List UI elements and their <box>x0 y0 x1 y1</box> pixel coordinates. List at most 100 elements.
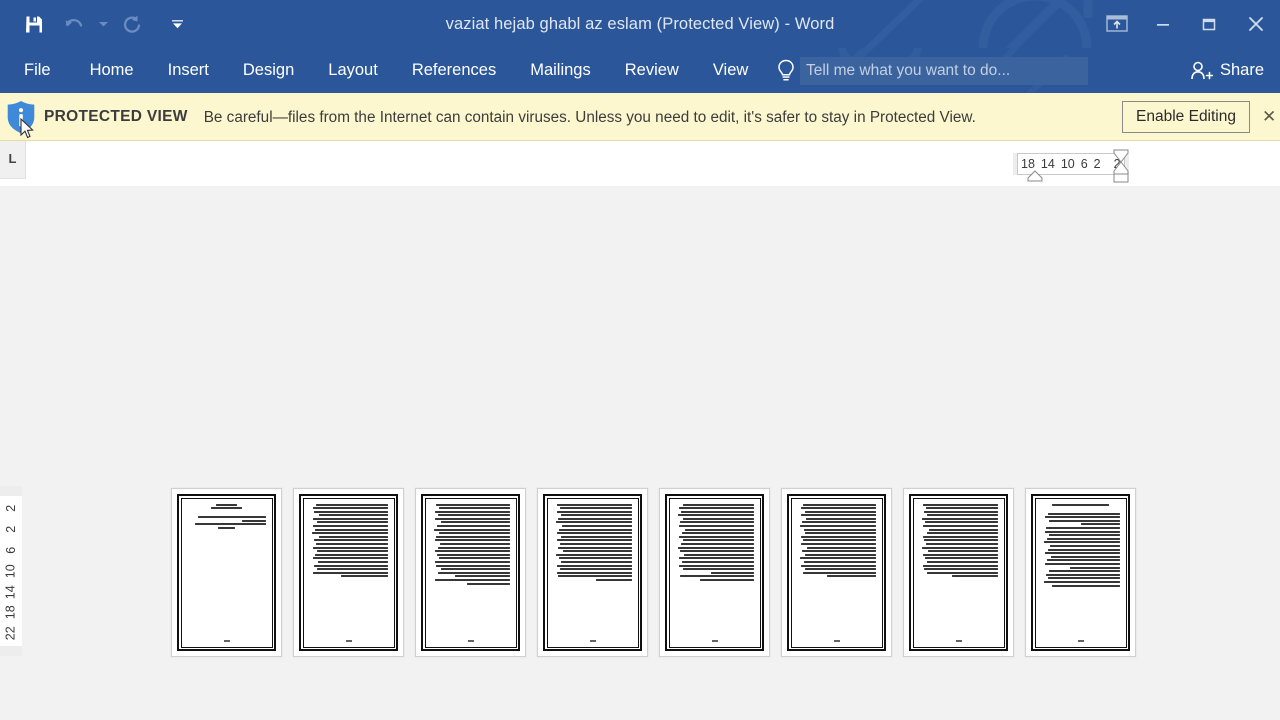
ribbon-tabs: File Home Insert Design Layout Reference… <box>0 48 765 93</box>
text-line <box>561 514 632 517</box>
text-line <box>1045 552 1120 555</box>
text-line <box>682 517 754 520</box>
text-line <box>314 553 388 556</box>
page-text-block <box>1042 503 1120 587</box>
text-line <box>682 568 754 571</box>
page-thumbnail[interactable] <box>903 488 1014 657</box>
share-button[interactable]: Share <box>1184 56 1270 85</box>
text-line <box>923 525 998 528</box>
text-line <box>318 535 388 538</box>
tab-design[interactable]: Design <box>226 48 311 93</box>
text-line <box>562 525 632 528</box>
vertical-ruler[interactable]: 2 2 6 10 14 18 22 <box>0 486 22 656</box>
page-thumbnail[interactable] <box>293 488 404 657</box>
restore-button[interactable] <box>1186 0 1232 48</box>
text-line <box>437 514 510 517</box>
tab-mailings[interactable]: Mailings <box>513 48 608 93</box>
text-line <box>435 550 510 553</box>
text-line <box>556 510 632 513</box>
page-thumbnail[interactable] <box>659 488 770 657</box>
page-thumbnail[interactable] <box>1025 488 1136 657</box>
text-line <box>340 575 388 578</box>
text-line <box>700 578 754 581</box>
ribbon-tab-bar: File Home Insert Design Layout Reference… <box>0 48 1280 93</box>
text-line <box>1052 584 1120 587</box>
tell-me-search-input[interactable] <box>800 56 1088 85</box>
text-line <box>1043 541 1120 544</box>
page-border-inner <box>668 497 761 648</box>
text-line <box>314 528 388 531</box>
protected-view-bar: PROTECTED VIEW Be careful—files from the… <box>0 93 1280 141</box>
text-line <box>436 503 510 506</box>
ribbon-display-options-icon <box>1106 15 1128 32</box>
minimize-icon <box>1157 24 1169 26</box>
page-thumbnail[interactable] <box>781 488 892 657</box>
text-line <box>198 516 266 519</box>
text-line <box>803 561 876 563</box>
text-line <box>466 582 510 585</box>
close-protected-view-bar-button[interactable]: ✕ <box>1262 108 1278 125</box>
close-button[interactable] <box>1232 0 1280 48</box>
text-line <box>921 517 998 520</box>
text-line <box>923 553 998 556</box>
customize-quick-access-toolbar-button[interactable] <box>152 9 202 39</box>
text-line <box>805 532 876 535</box>
protected-view-message: Be careful—files from the Internet can c… <box>203 108 976 126</box>
text-line <box>803 528 876 531</box>
ruler-tick: 10 <box>1060 157 1075 171</box>
restore-icon <box>1202 18 1216 31</box>
tab-home[interactable]: Home <box>73 48 151 93</box>
page-thumbnail[interactable] <box>171 488 282 657</box>
page-number-mark <box>1077 639 1084 642</box>
tab-view[interactable]: View <box>696 48 765 93</box>
page-thumbnail[interactable] <box>537 488 648 657</box>
tab-review[interactable]: Review <box>608 48 696 93</box>
save-button[interactable] <box>14 9 54 39</box>
text-line <box>315 543 388 546</box>
text-line <box>555 553 632 556</box>
text-line <box>924 557 998 560</box>
text-line <box>557 564 632 567</box>
text-line <box>1049 519 1120 522</box>
page-thumbnail[interactable] <box>415 488 526 657</box>
redo-button[interactable] <box>112 9 152 39</box>
undo-button[interactable] <box>54 9 94 39</box>
vertical-ruler-track[interactable]: 2 2 6 10 14 18 22 <box>0 496 22 646</box>
text-line <box>800 507 876 510</box>
text-line <box>1046 527 1120 530</box>
tab-file[interactable]: File <box>0 48 73 93</box>
minimize-button[interactable] <box>1140 0 1186 48</box>
enable-editing-button[interactable]: Enable Editing <box>1122 100 1250 133</box>
text-line <box>924 568 998 571</box>
horizontal-ruler-track[interactable]: 18 14 10 6 2 2 <box>1017 153 1125 175</box>
page-border-outer <box>665 494 764 651</box>
page-text-block <box>432 503 510 585</box>
horizontal-ruler[interactable]: 18 14 10 6 2 2 <box>1013 149 1129 183</box>
text-line <box>802 539 876 542</box>
page-thumbnails-strip[interactable] <box>171 488 1136 657</box>
page-border-inner <box>180 497 273 648</box>
text-line <box>925 507 998 510</box>
text-line <box>799 557 876 560</box>
text-line <box>195 523 266 526</box>
tab-stop-selector[interactable]: L <box>0 141 26 179</box>
tab-layout[interactable]: Layout <box>311 48 395 93</box>
undo-dropdown[interactable] <box>94 9 112 39</box>
tab-insert[interactable]: Insert <box>151 48 226 93</box>
text-line <box>710 571 754 574</box>
text-line <box>927 561 998 563</box>
text-line <box>558 575 632 578</box>
document-canvas[interactable]: 2 2 6 10 14 18 22 <box>0 186 1280 717</box>
page-number-mark <box>955 639 962 642</box>
vertical-ruler-cap-bottom <box>0 646 22 656</box>
text-line <box>440 521 510 524</box>
text-line <box>314 510 388 513</box>
info-shield-icon <box>6 100 36 138</box>
text-line <box>314 564 388 567</box>
text-line <box>680 510 754 513</box>
tab-references[interactable]: References <box>395 48 513 93</box>
text-line <box>316 568 388 571</box>
text-line <box>556 571 632 574</box>
ribbon-display-options-button[interactable] <box>1094 0 1140 48</box>
text-line <box>684 553 754 556</box>
